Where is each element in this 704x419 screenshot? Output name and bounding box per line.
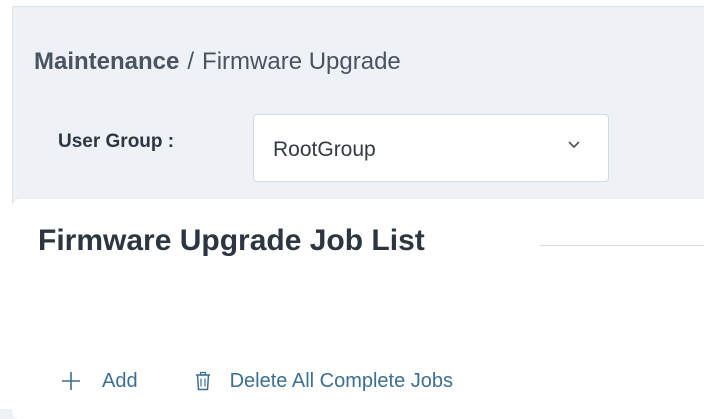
- window-left-edge: [0, 0, 12, 409]
- trash-icon: [195, 371, 210, 391]
- panel-title: Firmware Upgrade Job List: [38, 224, 425, 257]
- breadcrumb: Maintenance / Firmware Upgrade: [34, 48, 401, 76]
- breadcrumb-root[interactable]: Maintenance: [34, 48, 179, 75]
- add-job-button[interactable]: Add: [60, 370, 138, 393]
- breadcrumb-separator: /: [187, 48, 195, 75]
- action-toolbar: Add Delete All Complete Jobs: [60, 366, 453, 396]
- user-group-label: User Group :: [58, 131, 175, 152]
- add-job-label: Add: [102, 369, 138, 392]
- delete-all-complete-jobs-button[interactable]: Delete All Complete Jobs: [192, 370, 453, 393]
- plus-icon: [62, 372, 80, 390]
- chevron-down-icon: [568, 141, 580, 149]
- title-divider: [540, 245, 704, 246]
- breadcrumb-current: Firmware Upgrade: [202, 48, 401, 75]
- delete-all-complete-jobs-label: Delete All Complete Jobs: [229, 369, 454, 392]
- user-group-select-value: RootGroup: [273, 138, 376, 161]
- user-group-select[interactable]: RootGroup: [253, 114, 609, 182]
